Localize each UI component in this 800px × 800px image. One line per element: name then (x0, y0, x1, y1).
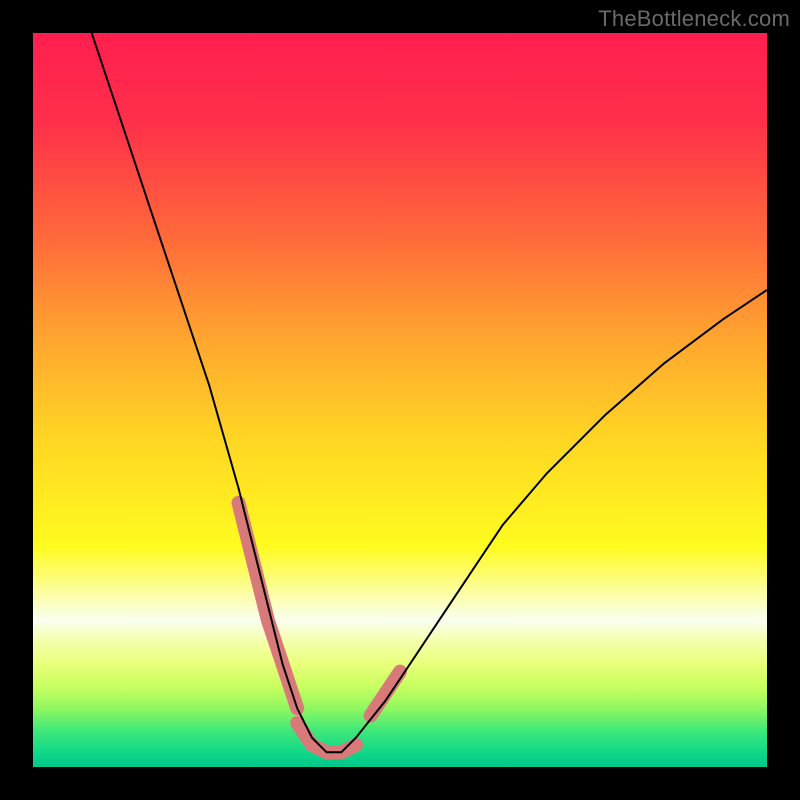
bottleneck-curve (92, 33, 767, 752)
highlight-segments-group (239, 503, 401, 753)
curve-layer (33, 33, 767, 767)
right-ascent-highlight (371, 672, 400, 716)
watermark-text: TheBottleneck.com (598, 6, 790, 32)
chart-plot-area (33, 33, 767, 767)
